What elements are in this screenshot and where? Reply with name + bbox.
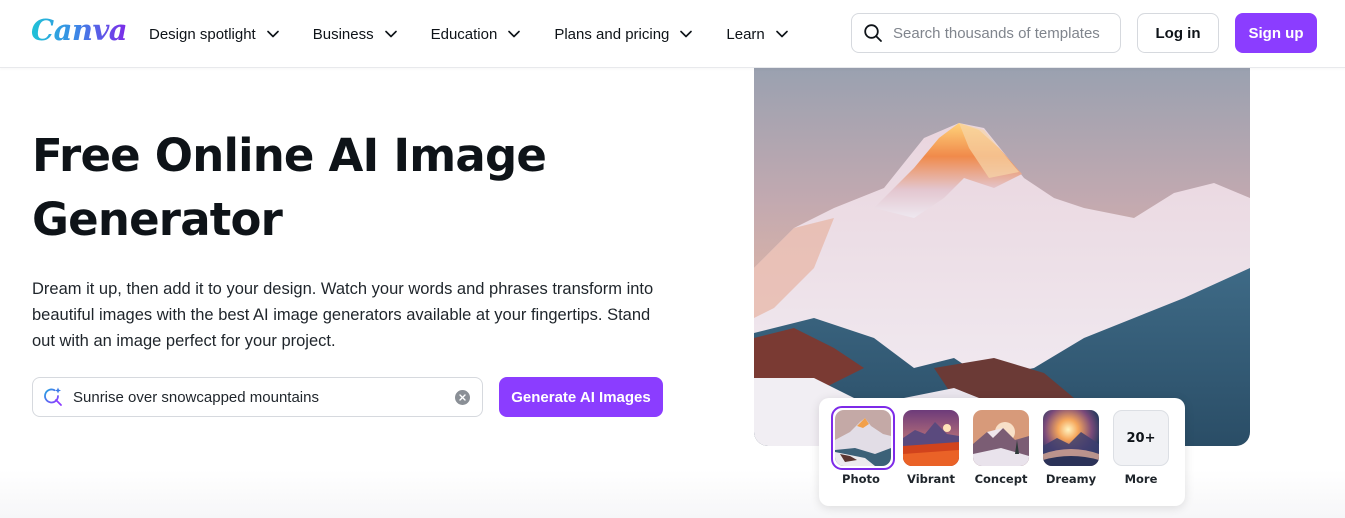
style-option-vibrant[interactable]: Vibrant	[901, 410, 961, 486]
nav-education[interactable]: Education	[431, 26, 521, 43]
chevron-down-icon	[508, 30, 521, 38]
more-styles-badge: 20+	[1113, 410, 1169, 466]
style-label: Photo	[842, 472, 880, 486]
hero-description: Dream it up, then add it to your design.…	[32, 280, 654, 350]
chevron-down-icon	[775, 30, 788, 38]
sign-up-button[interactable]: Sign up	[1235, 13, 1317, 53]
main-nav: Design spotlight Business Education Plan…	[149, 0, 822, 68]
mountain-illustration	[754, 68, 1250, 446]
nav-plans-and-pricing[interactable]: Plans and pricing	[554, 25, 693, 43]
vibrant-style-image	[903, 410, 959, 466]
photo-style-image	[835, 410, 891, 466]
canva-logo[interactable]: Canva	[31, 13, 128, 47]
style-label: Dreamy	[1045, 472, 1097, 486]
template-search-input[interactable]	[893, 24, 1113, 42]
log-in-button[interactable]: Log in	[1137, 13, 1219, 53]
nav-learn[interactable]: Learn	[726, 25, 788, 43]
chevron-down-icon	[680, 30, 693, 38]
style-label: Vibrant	[907, 472, 955, 486]
nav-design-spotlight[interactable]: Design spotlight	[149, 26, 279, 43]
close-icon	[459, 394, 466, 401]
style-option-dreamy[interactable]: Dreamy	[1041, 410, 1101, 486]
chevron-down-icon	[384, 30, 397, 38]
nav-label: Learn	[726, 25, 765, 43]
nav-label: Plans and pricing	[554, 25, 670, 43]
style-label: More	[1124, 472, 1158, 486]
chevron-down-icon	[266, 30, 279, 38]
search-icon	[864, 24, 882, 42]
style-thumbnail-vibrant	[903, 410, 959, 466]
selected-ring	[831, 406, 895, 470]
nav-label: Education	[430, 25, 498, 43]
style-thumbnail-dreamy	[1043, 410, 1099, 466]
style-option-more[interactable]: 20+ More	[1111, 410, 1171, 486]
image-style-picker: Photo Vibrant Concept Dreamy 20+ More	[819, 398, 1185, 506]
nav-label: Business	[312, 25, 374, 43]
style-option-concept[interactable]: Concept	[971, 410, 1031, 486]
template-search-box[interactable]	[851, 13, 1121, 53]
top-navigation-bar: Canva Design spotlight Business Educatio…	[0, 0, 1345, 68]
page-title: Free Online AI Image Generator	[32, 129, 547, 246]
dreamy-style-image	[1043, 410, 1099, 466]
hero-mountain-image	[754, 68, 1250, 446]
style-thumbnail-concept	[973, 410, 1029, 466]
generate-ai-images-button[interactable]: Generate AI Images	[499, 377, 663, 417]
ai-prompt-field[interactable]	[32, 377, 483, 417]
clear-input-button[interactable]	[455, 390, 470, 405]
style-thumbnail-photo	[835, 410, 891, 466]
concept-style-image	[973, 410, 1029, 466]
style-label: Concept	[974, 472, 1028, 486]
magic-search-icon	[44, 387, 62, 406]
style-option-photo[interactable]: Photo	[831, 406, 895, 486]
nav-business[interactable]: Business	[313, 26, 397, 43]
nav-label: Design spotlight	[149, 25, 256, 43]
ai-prompt-input[interactable]	[73, 388, 433, 406]
